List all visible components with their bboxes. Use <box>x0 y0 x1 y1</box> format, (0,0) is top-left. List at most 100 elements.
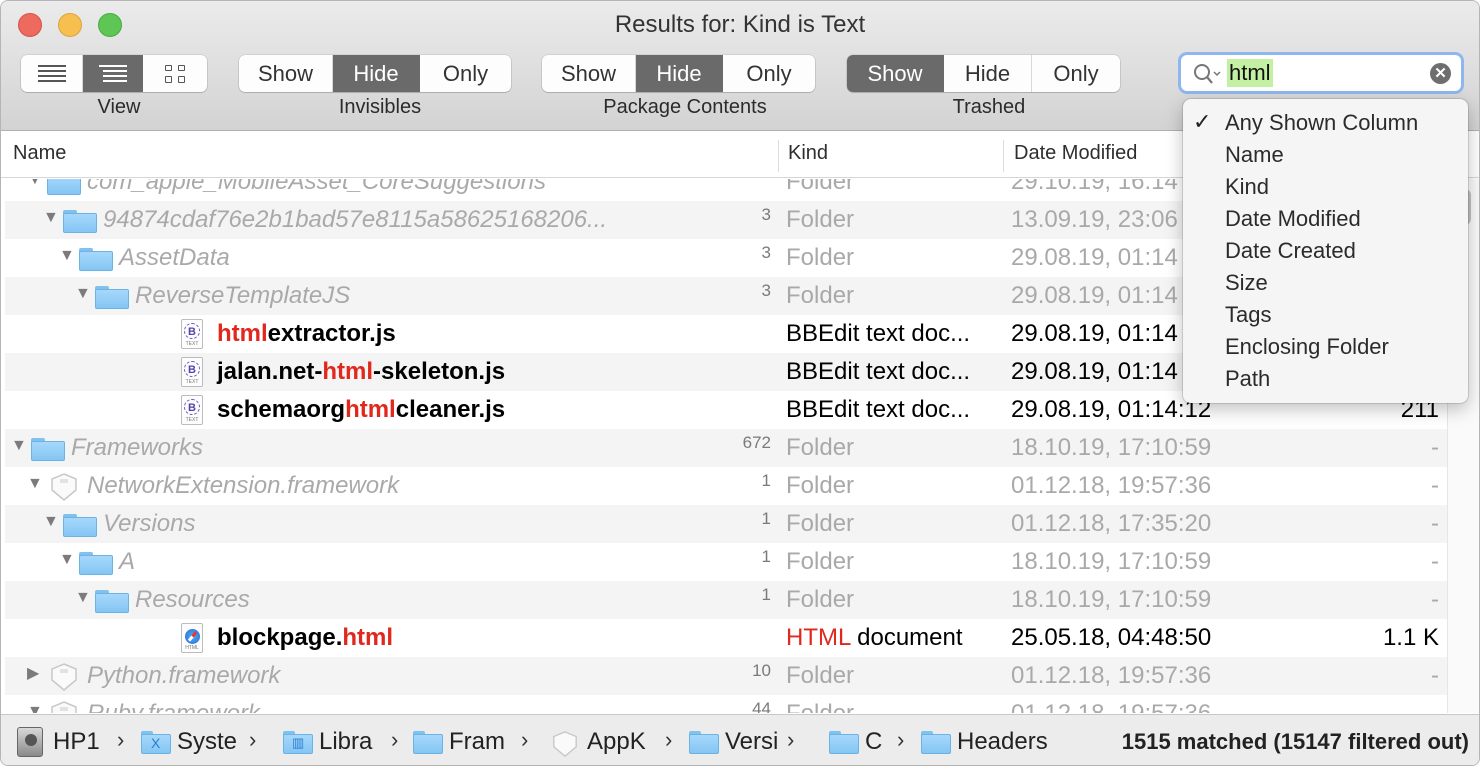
name-part: schemaorg <box>217 396 346 423</box>
view-outline-button[interactable] <box>83 55 143 92</box>
folder-icon <box>95 286 129 309</box>
disclosure-expanded-icon[interactable]: ▼ <box>59 552 75 568</box>
search-highlight: html <box>342 624 394 651</box>
folder-icon <box>829 730 859 754</box>
date-modified-cell: 29.08.19, 01:14 <box>1011 320 1178 347</box>
kind-cell: Folder <box>786 699 854 713</box>
menu-item-any-shown-column[interactable]: Any Shown Column <box>1225 109 1418 137</box>
path-crumb[interactable]: C <box>829 727 889 757</box>
path-crumb[interactable]: Fram <box>413 727 513 757</box>
date-modified-cell: 01.12.18, 19:57:36 <box>1011 472 1212 499</box>
path-crumb-label: AppK <box>587 728 646 755</box>
kind-cell: BBEdit text doc... <box>786 320 971 347</box>
folder-icon <box>31 438 65 461</box>
disclosure-expanded-icon[interactable]: ▼ <box>27 476 43 492</box>
search-highlight: html <box>322 358 374 385</box>
search-field[interactable]: html ✕ <box>1181 55 1461 91</box>
column-header-name[interactable]: Name <box>13 142 66 165</box>
disclosure-expanded-icon[interactable]: ▼ <box>43 514 59 530</box>
clear-icon[interactable]: ✕ <box>1430 63 1451 84</box>
table-row[interactable]: ▼ Resources 1 Folder 18.10.19, 17:10:59 - <box>5 581 1447 619</box>
framework-icon <box>51 663 77 691</box>
trashed-label: Trashed <box>952 96 1026 118</box>
column-divider[interactable] <box>778 140 779 172</box>
disclosure-expanded-icon[interactable]: ▼ <box>59 248 75 264</box>
menu-item-name[interactable]: Name <box>1225 141 1284 169</box>
item-count: 44 <box>752 699 771 713</box>
path-crumb-label: Fram <box>449 728 505 755</box>
menu-item-tags[interactable]: Tags <box>1225 301 1271 329</box>
date-modified-cell: 18.10.19, 17:10:59 <box>1011 434 1212 461</box>
menu-item-kind[interactable]: Kind <box>1225 173 1269 201</box>
table-row[interactable]: ▼ Ruby.framework 44 Folder 01.12.18, 19:57:3… <box>5 695 1447 713</box>
trashed-only-button[interactable]: Only <box>1032 55 1120 92</box>
folder-icon <box>47 179 81 195</box>
disclosure-expanded-icon[interactable]: ▼ <box>75 590 91 606</box>
disclosure-collapsed-icon[interactable]: ▶ <box>27 666 41 682</box>
disclosure-expanded-icon[interactable]: ▼ <box>43 210 59 226</box>
trashed-show-button[interactable]: Show <box>847 55 944 92</box>
menu-item-enclosing-folder[interactable]: Enclosing Folder <box>1225 333 1389 361</box>
kind-cell: Folder <box>786 548 855 575</box>
path-crumb[interactable]: ▥ Libra <box>283 727 383 757</box>
column-divider[interactable] <box>1003 140 1004 172</box>
kind-part: document <box>850 624 963 651</box>
column-header-date-modified[interactable]: Date Modified <box>1014 142 1137 165</box>
package-show-button[interactable]: Show <box>542 55 636 92</box>
size-cell: - <box>1431 548 1439 575</box>
path-crumb[interactable]: Headers <box>921 727 1071 757</box>
outline-list-icon <box>98 64 127 83</box>
invisibles-only-button[interactable]: Only <box>420 55 511 92</box>
path-crumb[interactable]: Versi <box>689 727 779 757</box>
date-modified-cell: 01.12.18, 17:35:20 <box>1011 510 1212 537</box>
search-input[interactable]: html <box>1227 59 1273 87</box>
package-hide-button[interactable]: Hide <box>636 55 723 92</box>
menu-item-date-modified[interactable]: Date Modified <box>1225 205 1361 233</box>
name-part: blockpage. <box>217 624 343 651</box>
view-grid-button[interactable] <box>143 55 207 92</box>
trashed-hide-button[interactable]: Hide <box>944 55 1032 92</box>
file-name: NetworkExtension.framework <box>87 472 400 499</box>
table-row[interactable]: ▼ NetworkExtension.framework 1 Folder 01.12.… <box>5 467 1447 505</box>
column-header-kind[interactable]: Kind <box>788 142 828 165</box>
kind-cell: Folder <box>786 662 855 689</box>
package-only-button[interactable]: Only <box>723 55 815 92</box>
window-title: Results for: Kind is Text <box>614 11 866 38</box>
invisibles-hide-button[interactable]: Hide <box>333 55 420 92</box>
table-row[interactable]: ▼ A 1 Folder 18.10.19, 17:10:59 - <box>5 543 1447 581</box>
disclosure-expanded-icon[interactable]: ▼ <box>27 179 43 188</box>
framework-icon <box>51 473 77 501</box>
kind-cell: Folder <box>786 179 855 195</box>
invisibles-label: Invisibles <box>338 96 422 118</box>
menu-item-size[interactable]: Size <box>1225 269 1268 297</box>
disclosure-expanded-icon[interactable]: ▼ <box>11 438 27 454</box>
disclosure-expanded-icon[interactable]: ▼ <box>27 704 43 714</box>
kind-cell: Folder <box>786 244 855 271</box>
hard-drive-icon <box>17 727 47 757</box>
folder-icon <box>79 552 113 575</box>
disclosure-expanded-icon[interactable]: ▼ <box>75 286 91 302</box>
path-crumb[interactable]: HP1 <box>17 727 109 757</box>
view-list-button[interactable] <box>21 55 83 92</box>
search-scope-menu: ✓ Any Shown Column Name Kind Date Modifi… <box>1183 99 1468 403</box>
window: Results for: Kind is Text View Show Hide… <box>0 0 1480 766</box>
invisibles-show-button[interactable]: Show <box>239 55 333 92</box>
checkmark-icon: ✓ <box>1193 109 1212 134</box>
folder-icon <box>63 514 97 537</box>
table-row[interactable]: ▼ Frameworks 672 Folder 18.10.19, 17:10:59 - <box>5 429 1447 467</box>
item-count: 672 <box>742 433 771 452</box>
table-row[interactable]: HTML blockpage.html HTML document 25.05.18,… <box>5 619 1447 657</box>
path-crumb[interactable]: AppK <box>551 727 657 757</box>
menu-item-path[interactable]: Path <box>1225 365 1270 393</box>
path-crumb[interactable]: X Syste <box>141 727 241 757</box>
table-row[interactable]: ▶ Python.framework 10 Folder 01.12.18, 19:57… <box>5 657 1447 695</box>
trashed-segmented-control: Show Hide Only <box>847 55 1120 92</box>
search-icon[interactable] <box>1193 63 1223 85</box>
table-row[interactable]: ▼ Versions 1 Folder 01.12.18, 17:35:20 - <box>5 505 1447 543</box>
path-separator-icon: › <box>787 727 795 752</box>
menu-item-date-created[interactable]: Date Created <box>1225 237 1356 265</box>
search-highlight: html <box>345 396 396 423</box>
path-separator-icon: › <box>117 727 125 752</box>
file-name: A <box>119 548 136 575</box>
match-status: 1515 matched (15147 filtered out) <box>1121 729 1469 754</box>
